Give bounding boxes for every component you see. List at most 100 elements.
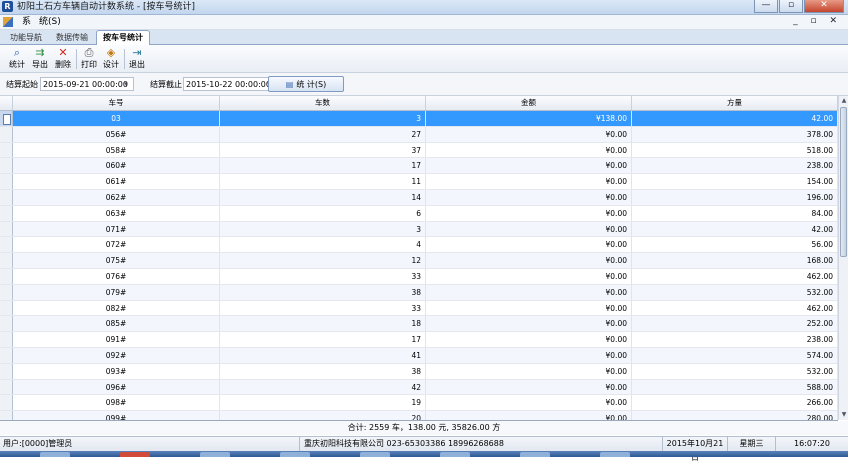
table-row[interactable]: 082# 33 ¥0.00 462.00	[0, 300, 838, 317]
cell-vehicle[interactable]: 058#	[13, 142, 220, 158]
cell-count[interactable]: 33	[220, 268, 426, 284]
cell-count[interactable]: 17	[220, 332, 426, 347]
scroll-thumb[interactable]	[840, 107, 847, 257]
cell-volume[interactable]: 532.00	[632, 363, 838, 379]
cell-vehicle[interactable]: 056#	[13, 126, 220, 142]
taskbar-item[interactable]	[360, 452, 390, 457]
cell-volume[interactable]: 252.00	[632, 316, 838, 332]
cell-vehicle[interactable]: 079#	[13, 284, 220, 300]
export-button[interactable]: ⇉ 导出	[29, 47, 51, 70]
cell-amount[interactable]: ¥0.00	[426, 347, 632, 363]
cell-vehicle[interactable]: 075#	[13, 253, 220, 268]
table-row[interactable]: 061# 11 ¥0.00 154.00	[0, 174, 838, 190]
cell-amount[interactable]: ¥0.00	[426, 126, 632, 142]
cell-amount[interactable]: ¥0.00	[426, 379, 632, 395]
cell-vehicle[interactable]: 085#	[13, 316, 220, 332]
cell-count[interactable]: 27	[220, 126, 426, 142]
cell-count[interactable]: 17	[220, 158, 426, 174]
cell-volume[interactable]: 588.00	[632, 379, 838, 395]
taskbar-item[interactable]	[120, 452, 150, 457]
tab-data-transfer[interactable]: 数据传输	[50, 32, 94, 44]
cell-amount[interactable]: ¥0.00	[426, 300, 632, 316]
cell-count[interactable]: 18	[220, 316, 426, 332]
cell-volume[interactable]: 56.00	[632, 237, 838, 253]
cell-volume[interactable]: 378.00	[632, 126, 838, 142]
column-header-volume[interactable]: 方量	[632, 96, 838, 110]
row-indicator[interactable]	[0, 142, 13, 158]
delete-button[interactable]: ✕ 删除	[52, 47, 74, 70]
cell-vehicle[interactable]: 096#	[13, 379, 220, 395]
row-indicator[interactable]	[0, 237, 13, 253]
print-button[interactable]: ⎙ 打印	[78, 47, 100, 70]
table-row[interactable]: 063# 6 ¥0.00 84.00	[0, 205, 838, 222]
cell-vehicle[interactable]: 099#	[13, 411, 220, 420]
run-stat-button[interactable]: ▤ 统 计(S)	[268, 76, 344, 92]
design-button[interactable]: ◈ 设计	[100, 47, 122, 70]
table-row[interactable]: 093# 38 ¥0.00 532.00	[0, 363, 838, 380]
cell-amount[interactable]: ¥0.00	[426, 158, 632, 174]
table-row[interactable]: 058# 37 ¥0.00 518.00	[0, 142, 838, 159]
table-row[interactable]: 096# 42 ¥0.00 588.00	[0, 379, 838, 396]
table-row[interactable]: 099# 20 ¥0.00 280.00	[0, 411, 838, 420]
cell-volume[interactable]: 84.00	[632, 205, 838, 221]
cell-count[interactable]: 3	[220, 111, 426, 126]
row-indicator[interactable]	[0, 411, 13, 420]
table-row[interactable]: 072# 4 ¥0.00 56.00	[0, 237, 838, 254]
end-date-picker[interactable]: 2015-10-22 00:00:00 ▾	[183, 77, 277, 91]
cell-vehicle[interactable]: 03	[13, 111, 220, 126]
maximize-button[interactable]: ▫	[779, 0, 803, 13]
cell-vehicle[interactable]: 072#	[13, 237, 220, 253]
cell-volume[interactable]: 518.00	[632, 142, 838, 158]
scroll-up-icon[interactable]: ▲	[839, 96, 848, 106]
cell-amount[interactable]: ¥0.00	[426, 189, 632, 205]
row-indicator[interactable]	[0, 316, 13, 332]
cell-count[interactable]: 4	[220, 237, 426, 253]
row-indicator[interactable]	[0, 332, 13, 347]
table-row[interactable]: 071# 3 ¥0.00 42.00	[0, 221, 838, 238]
cell-vehicle[interactable]: 076#	[13, 268, 220, 284]
cell-volume[interactable]: 168.00	[632, 253, 838, 268]
cell-volume[interactable]: 238.00	[632, 332, 838, 347]
scroll-down-icon[interactable]: ▼	[839, 410, 848, 420]
cell-amount[interactable]: ¥0.00	[426, 237, 632, 253]
mdi-child-icon[interactable]	[3, 17, 13, 27]
row-indicator[interactable]	[0, 126, 13, 142]
cell-amount[interactable]: ¥0.00	[426, 174, 632, 189]
cell-amount[interactable]: ¥0.00	[426, 411, 632, 420]
table-row[interactable]: 085# 18 ¥0.00 252.00	[0, 316, 838, 333]
vertical-scrollbar[interactable]: ▲ ▼	[838, 96, 848, 420]
cell-amount[interactable]: ¥138.00	[426, 111, 632, 126]
cell-amount[interactable]: ¥0.00	[426, 253, 632, 268]
cell-volume[interactable]: 238.00	[632, 158, 838, 174]
row-indicator[interactable]	[0, 284, 13, 300]
table-row[interactable]: 079# 38 ¥0.00 532.00	[0, 284, 838, 301]
cell-count[interactable]: 38	[220, 284, 426, 300]
taskbar-item[interactable]	[600, 452, 630, 457]
row-indicator[interactable]	[0, 205, 13, 221]
cell-vehicle[interactable]: 098#	[13, 395, 220, 411]
cell-volume[interactable]: 154.00	[632, 174, 838, 189]
table-row[interactable]: 062# 14 ¥0.00 196.00	[0, 189, 838, 206]
table-row[interactable]: 060# 17 ¥0.00 238.00	[0, 158, 838, 175]
taskbar-item[interactable]	[520, 452, 550, 457]
cell-count[interactable]: 33	[220, 300, 426, 316]
row-indicator[interactable]	[0, 189, 13, 205]
mdi-window-controls[interactable]: _ ▫ ✕	[793, 16, 842, 26]
menu-system[interactable]: 系	[22, 17, 31, 27]
cell-count[interactable]: 37	[220, 142, 426, 158]
cell-vehicle[interactable]: 063#	[13, 205, 220, 221]
cell-volume[interactable]: 266.00	[632, 395, 838, 411]
table-row[interactable]: 03 3 ¥138.00 42.00	[0, 111, 838, 127]
cell-count[interactable]: 12	[220, 253, 426, 268]
cell-count[interactable]: 19	[220, 395, 426, 411]
start-date-picker[interactable]: 2015-09-21 00:00:00 ▾	[40, 77, 134, 91]
row-indicator[interactable]	[0, 268, 13, 284]
row-indicator[interactable]	[0, 174, 13, 189]
tab-function-nav[interactable]: 功能导航	[4, 32, 48, 44]
stat-button[interactable]: ⌕ 统计	[6, 47, 28, 70]
cell-count[interactable]: 38	[220, 363, 426, 379]
taskbar-item[interactable]	[440, 452, 470, 457]
row-indicator[interactable]	[0, 379, 13, 395]
taskbar-item[interactable]	[280, 452, 310, 457]
chevron-down-icon[interactable]: ▾	[120, 79, 132, 89]
